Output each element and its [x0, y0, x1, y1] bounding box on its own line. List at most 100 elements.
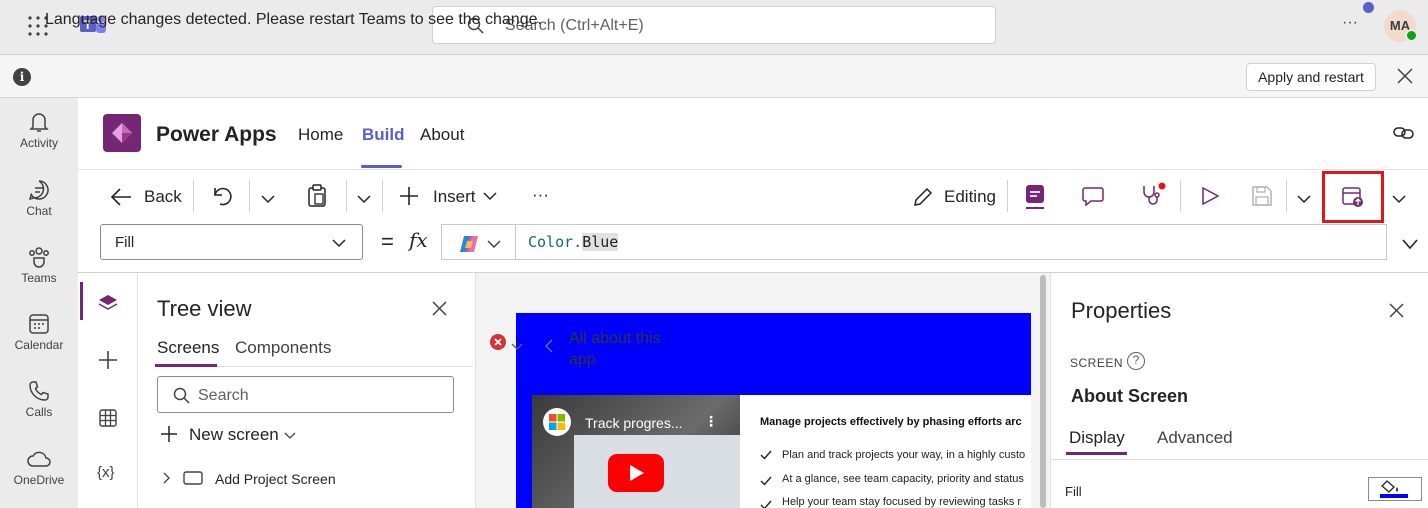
rail-label-activity: Activity	[19, 136, 58, 150]
undo-dropdown-chevron-icon[interactable]	[260, 191, 276, 204]
apply-and-restart-button[interactable]: Apply and restart	[1246, 63, 1376, 91]
chevron-down-icon	[332, 239, 346, 248]
data-table-icon[interactable]	[99, 409, 117, 427]
tree-view-layers-icon[interactable]	[98, 293, 118, 313]
chevron-down-icon	[483, 192, 497, 201]
check-icon	[760, 473, 772, 489]
comments-icon[interactable]	[1082, 186, 1104, 207]
expand-formula-chevron-icon[interactable]	[1401, 237, 1419, 250]
error-icon[interactable]	[490, 334, 506, 350]
back-chevron-icon[interactable]	[545, 339, 553, 353]
rail-item-teams[interactable]: Teams	[0, 245, 78, 285]
close-tree-view-icon[interactable]	[432, 301, 447, 316]
arrow-left-icon	[110, 188, 131, 206]
variables-icon[interactable]: {x}	[97, 464, 115, 481]
fill-property-label: Fill	[1065, 484, 1082, 499]
chat-icon	[28, 180, 49, 201]
teams-icon	[29, 247, 49, 268]
rail-label-teams: Teams	[21, 271, 57, 285]
new-screen-button[interactable]: New screen	[160, 424, 300, 446]
separator	[1180, 180, 1181, 212]
card-bullet: Help your team stay focused by reviewing…	[782, 496, 1022, 508]
check-icon	[760, 497, 772, 508]
error-dropdown-chevron-icon[interactable]	[511, 338, 523, 350]
paint-bucket-icon	[1381, 480, 1398, 493]
insert-plus-icon[interactable]	[98, 350, 118, 370]
app-title: Power Apps	[156, 123, 277, 146]
phone-icon	[29, 381, 49, 401]
canvas-scrollbar[interactable]	[1040, 275, 1046, 508]
active-tab-indicator	[1066, 452, 1127, 455]
health-stethoscope-icon[interactable]	[1140, 182, 1166, 208]
equals-sign: =	[381, 229, 394, 254]
tab-display[interactable]: Display	[1069, 428, 1125, 448]
tab-about[interactable]: About	[420, 125, 464, 145]
rail-item-onedrive[interactable]: OneDrive	[0, 447, 78, 487]
chevron-right-icon[interactable]	[163, 472, 171, 484]
formula-prefix: Color.	[528, 233, 583, 251]
insert-button[interactable]: Insert	[399, 185, 499, 209]
save-dropdown-chevron-icon[interactable]	[1296, 191, 1312, 204]
properties-title: Properties	[1071, 298, 1172, 323]
video-player[interactable]: Track progres... ⋮	[532, 395, 740, 508]
rail-label-calendar: Calendar	[14, 338, 64, 352]
screen-header-title: All about this app	[569, 330, 661, 368]
fx-icon: fx	[409, 228, 428, 252]
copilot-icon	[460, 236, 478, 252]
separator	[193, 180, 194, 212]
close-banner-icon[interactable]	[1397, 68, 1413, 84]
info-icon: i	[13, 68, 31, 86]
video-menu-icon[interactable]: ⋮	[704, 413, 718, 430]
paste-icon[interactable]	[306, 184, 328, 208]
app-bar: Activity Chat Teams Calendar Calls OneDr…	[0, 98, 78, 508]
notification-dot	[1363, 2, 1374, 13]
publish-highlight-box	[1322, 171, 1384, 223]
screen-name: About Screen	[1071, 386, 1189, 406]
tab-screens[interactable]: Screens	[157, 338, 219, 358]
chevron-down-icon[interactable]	[487, 239, 501, 249]
close-properties-icon[interactable]	[1389, 303, 1404, 318]
more-commands-button[interactable]: ···	[532, 185, 549, 205]
formula-bar[interactable]: Color.Blue	[441, 224, 1387, 260]
check-icon	[760, 447, 772, 463]
tab-components[interactable]: Components	[235, 338, 331, 358]
rail-item-calendar[interactable]: Calendar	[0, 312, 78, 352]
tab-build[interactable]: Build	[362, 125, 405, 145]
active-tab-indicator	[361, 165, 402, 168]
insert-label: Insert	[433, 187, 476, 206]
command-bar-overflow-chevron-icon[interactable]	[1391, 191, 1407, 204]
tab-home[interactable]: Home	[298, 125, 343, 145]
app-checker-icon[interactable]	[1024, 183, 1046, 209]
undo-icon[interactable]	[212, 186, 234, 206]
formula-expression[interactable]: Color.Blue	[528, 233, 619, 251]
more-options-button[interactable]: ···	[1342, 14, 1358, 32]
link-icon[interactable]	[1393, 125, 1415, 141]
tree-search-placeholder: Search	[198, 387, 249, 404]
rail-item-calls[interactable]: Calls	[0, 379, 78, 419]
rail-label-chat: Chat	[26, 204, 52, 218]
editing-button[interactable]: Editing	[912, 185, 998, 209]
tree-search-input[interactable]: Search	[157, 376, 454, 413]
back-button[interactable]: Back	[110, 185, 182, 209]
property-dropdown[interactable]: Fill	[100, 224, 363, 260]
separator	[1007, 180, 1008, 212]
help-icon[interactable]: ?	[1127, 352, 1145, 370]
tab-advanced[interactable]: Advanced	[1157, 428, 1233, 448]
rail-item-chat[interactable]: Chat	[0, 178, 78, 218]
tree-item-label: Add Project Screen	[215, 471, 336, 487]
rail-item-activity[interactable]: Activity	[0, 110, 78, 150]
tree-item-add-project-screen[interactable]: Add Project Screen	[160, 468, 460, 490]
screen-icon	[183, 471, 203, 485]
presence-available-icon	[1405, 29, 1418, 42]
separator	[346, 180, 347, 212]
save-icon	[1251, 185, 1273, 207]
preview-play-icon[interactable]	[1200, 186, 1220, 206]
separator	[382, 180, 383, 212]
property-value: Fill	[115, 234, 135, 251]
youtube-play-icon[interactable]	[608, 454, 664, 492]
plus-icon	[161, 426, 177, 442]
tree-view-title: Tree view	[157, 296, 252, 321]
paste-dropdown-chevron-icon[interactable]	[356, 191, 372, 204]
search-icon	[173, 387, 190, 404]
new-screen-label: New screen	[189, 425, 279, 444]
